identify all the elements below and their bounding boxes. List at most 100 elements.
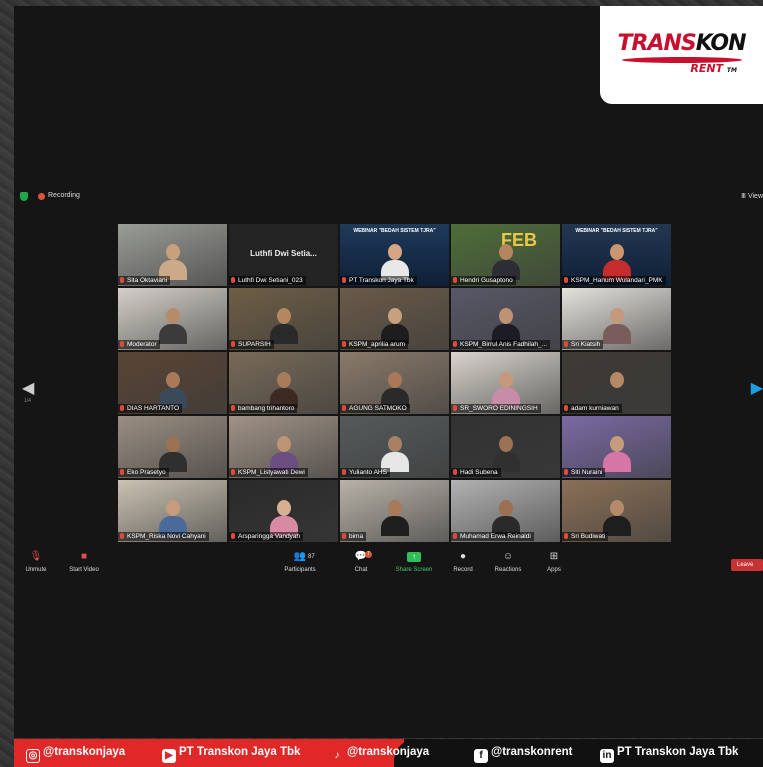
participant-tile[interactable]: Arsparingga Vandyah: [229, 480, 338, 542]
social-media-banner: ◎ @transkonjaya ▶ PT Transkon Jaya Tbk ♪ @tra…: [14, 739, 763, 767]
social-link[interactable]: f @transkonrent: [474, 746, 573, 763]
participant-name: adam kurniawan: [571, 405, 619, 412]
prev-page-icon[interactable]: ◀: [22, 378, 34, 398]
reactions-icon: ☺: [502, 551, 514, 562]
participant-name: Luthfi Dwi Setiani_023: [238, 277, 303, 284]
social-link[interactable]: ◎ @transkonjaya: [26, 746, 125, 763]
reactions-button[interactable]: ☺ Reactions: [488, 551, 528, 574]
participant-figure: [491, 500, 520, 536]
participant-tile[interactable]: Hadi Subena: [451, 416, 560, 478]
muted-mic-icon: [120, 533, 124, 539]
next-page-icon[interactable]: ▶: [751, 378, 763, 398]
social-link[interactable]: ♪ @transkonjaya: [330, 746, 430, 763]
social-handle: PT Transkon Jaya Tbk: [179, 746, 301, 758]
facebook-icon: f: [474, 749, 488, 763]
participant-tile[interactable]: WEBINAR "BEDAH SISTEM TJRA" KSPM_Hanum Wu…: [562, 224, 671, 286]
participant-name-label: SUPARSIH: [229, 340, 274, 349]
participant-name: Hendri Gusaptono: [460, 277, 513, 284]
participant-figure: [269, 372, 298, 408]
participant-tile[interactable]: adam kurniawan: [562, 352, 671, 414]
video-grid: Sita Oktaviani Luthfi Dwi Setia... Luthfi …: [118, 224, 674, 542]
participant-tile[interactable]: bambang trihantoro: [229, 352, 338, 414]
participant-name-label: adam kurniawan: [562, 404, 622, 413]
start-video-button[interactable]: ■ Start Video: [64, 552, 104, 574]
webinar-banner: WEBINAR "BEDAH SISTEM TJRA": [575, 228, 658, 234]
participant-tile[interactable]: Sri Budiwati: [562, 480, 671, 542]
muted-mic-icon: [564, 469, 568, 475]
unmute-button[interactable]: 🎙 Unmute: [16, 552, 56, 574]
participant-tile[interactable]: Eko Prasetyo: [118, 416, 227, 478]
participant-tile[interactable]: WEBINAR "BEDAH SISTEM TJRA" PT Transkon J…: [340, 224, 449, 286]
participant-tile[interactable]: KSPM_Birrul Anis Fadhilah_...: [451, 288, 560, 350]
participant-tile[interactable]: Sri Kiatsih: [562, 288, 671, 350]
participant-name-label: Hadi Subena: [451, 468, 501, 477]
participants-button[interactable]: 👥 87 Participants: [280, 551, 320, 574]
social-link[interactable]: in PT Transkon Jaya Tbk: [600, 746, 738, 763]
muted-mic-icon: [231, 277, 235, 283]
participant-name: Sita Oktaviani: [127, 277, 168, 284]
view-button[interactable]: Ⅲ View: [741, 192, 763, 200]
muted-mic-icon: [564, 533, 568, 539]
participant-figure: [158, 372, 187, 408]
share-screen-button[interactable]: ↑ Share Screen: [391, 552, 437, 573]
social-handle: PT Transkon Jaya Tbk: [617, 746, 739, 758]
participant-figure: [380, 244, 409, 280]
leave-button[interactable]: Leave: [731, 559, 763, 571]
tiktok-icon: ♪: [334, 750, 340, 761]
participant-name: Eko Prasetyo: [127, 469, 166, 476]
participant-tile[interactable]: DIAS HARTANTO: [118, 352, 227, 414]
participant-tile[interactable]: Sita Oktaviani: [118, 224, 227, 286]
participant-figure: [380, 500, 409, 536]
participant-figure: [380, 436, 409, 472]
participant-tile[interactable]: Muhamad Erwa Reinaldi: [451, 480, 560, 542]
participant-tile[interactable]: SR_SWORO EDININGSIH: [451, 352, 560, 414]
participant-name: Sri Budiwati: [571, 533, 606, 540]
participant-name-label: bambang trihantoro: [229, 404, 298, 413]
participant-name: KSPM_aprilia arum: [349, 341, 405, 348]
muted-mic-icon: [342, 277, 346, 283]
muted-mic-icon: [342, 341, 346, 347]
participant-tile[interactable]: KSPM_Riska Novi Cahyani: [118, 480, 227, 542]
apps-icon: ⊞: [549, 551, 559, 562]
participant-tile[interactable]: KSPM_aprilia arum: [340, 288, 449, 350]
participant-tile[interactable]: SUPARSIH: [229, 288, 338, 350]
participant-name-label: SR_SWORO EDININGSIH: [451, 404, 541, 413]
participant-tile[interactable]: Moderator: [118, 288, 227, 350]
muted-mic-icon: [342, 405, 346, 411]
participant-figure: [158, 244, 187, 280]
recording-icon: [38, 193, 45, 200]
security-shield-icon[interactable]: [20, 192, 28, 201]
social-handle: @transkonjaya: [43, 746, 126, 758]
participant-figure: [602, 500, 631, 536]
participant-name-label: Moderator: [118, 340, 160, 349]
participant-name: AGUNG SATMOKO: [349, 405, 407, 412]
participant-tile[interactable]: AGUNG SATMOKO: [340, 352, 449, 414]
participant-display-name: Luthfi Dwi Setia...: [250, 249, 317, 258]
muted-mic-icon: [120, 341, 124, 347]
participant-tile[interactable]: FEB Hendri Gusaptono: [451, 224, 560, 286]
participant-name-label: KSPM_Hanum Wulandari_PMK: [562, 276, 666, 285]
chat-button[interactable]: 💬 7 Chat: [341, 551, 381, 573]
participant-name-label: Eko Prasetyo: [118, 468, 169, 477]
participant-name: bambang trihantoro: [238, 405, 295, 412]
participants-icon: 👥: [293, 551, 307, 562]
participant-tile[interactable]: Siti Nuraini: [562, 416, 671, 478]
participant-name-label: Siti Nuraini: [562, 468, 606, 477]
muted-mic-icon: [231, 469, 235, 475]
participant-figure: [602, 372, 631, 408]
participant-tile[interactable]: bima: [340, 480, 449, 542]
participant-name-label: KSPM_Listyawati Dewi: [229, 468, 308, 477]
participant-name: KSPM_Riska Novi Cahyani: [127, 533, 206, 540]
muted-mic-icon: [120, 405, 124, 411]
participant-name-label: Sita Oktaviani: [118, 276, 171, 285]
participant-tile[interactable]: KSPM_Listyawati Dewi: [229, 416, 338, 478]
participant-name: KSPM_Hanum Wulandari_PMK: [571, 277, 663, 284]
apps-button[interactable]: ⊞ Apps: [534, 551, 574, 574]
participant-figure: [491, 244, 520, 280]
record-button[interactable]: ● Record: [443, 552, 483, 574]
participant-name-label: DIAS HARTANTO: [118, 404, 183, 413]
muted-mic-icon: [453, 469, 457, 475]
participant-tile[interactable]: Yulianto AHS: [340, 416, 449, 478]
participant-tile[interactable]: Luthfi Dwi Setia... Luthfi Dwi Setiani_02…: [229, 224, 338, 286]
social-link[interactable]: ▶ PT Transkon Jaya Tbk: [162, 746, 300, 763]
